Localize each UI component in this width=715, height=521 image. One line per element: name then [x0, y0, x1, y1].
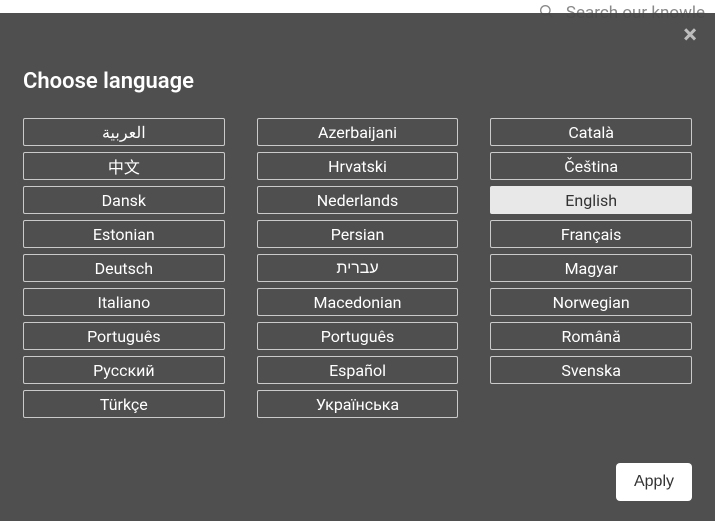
- language-option[interactable]: Hrvatski: [257, 152, 459, 180]
- language-option[interactable]: Deutsch: [23, 254, 225, 282]
- language-option[interactable]: עברית: [257, 254, 459, 282]
- language-option[interactable]: Français: [490, 220, 692, 248]
- language-option[interactable]: Português: [23, 322, 225, 350]
- language-option[interactable]: Estonian: [23, 220, 225, 248]
- language-modal: × Choose language العربية 中文 Dansk Estonian…: [0, 13, 715, 521]
- language-column: Azerbaijani Hrvatski Nederlands Persian עברי…: [257, 118, 459, 418]
- language-option[interactable]: Norwegian: [490, 288, 692, 316]
- language-option[interactable]: Українська: [257, 390, 459, 418]
- apply-button[interactable]: Apply: [616, 463, 692, 501]
- language-option[interactable]: العربية: [23, 118, 225, 146]
- language-option[interactable]: Nederlands: [257, 186, 459, 214]
- language-option[interactable]: English: [490, 186, 692, 214]
- close-icon[interactable]: ×: [683, 22, 697, 48]
- language-option[interactable]: Türkçe: [23, 390, 225, 418]
- modal-title: Choose language: [0, 13, 715, 94]
- language-option[interactable]: Svenska: [490, 356, 692, 384]
- language-column: Català Čeština English Français Magyar Norweg…: [490, 118, 692, 418]
- language-option[interactable]: Español: [257, 356, 459, 384]
- language-option[interactable]: Macedonian: [257, 288, 459, 316]
- language-option[interactable]: Català: [490, 118, 692, 146]
- language-option[interactable]: Magyar: [490, 254, 692, 282]
- language-option[interactable]: Română: [490, 322, 692, 350]
- language-option[interactable]: Dansk: [23, 186, 225, 214]
- language-option[interactable]: 中文: [23, 152, 225, 180]
- language-option[interactable]: Italiano: [23, 288, 225, 316]
- language-option[interactable]: Čeština: [490, 152, 692, 180]
- language-option[interactable]: Azerbaijani: [257, 118, 459, 146]
- language-option[interactable]: Português: [257, 322, 459, 350]
- language-option[interactable]: Persian: [257, 220, 459, 248]
- language-column: العربية 中文 Dansk Estonian Deutsch Italiano Por…: [23, 118, 225, 418]
- language-grid: العربية 中文 Dansk Estonian Deutsch Italiano Por…: [0, 94, 715, 418]
- language-option[interactable]: Русский: [23, 356, 225, 384]
